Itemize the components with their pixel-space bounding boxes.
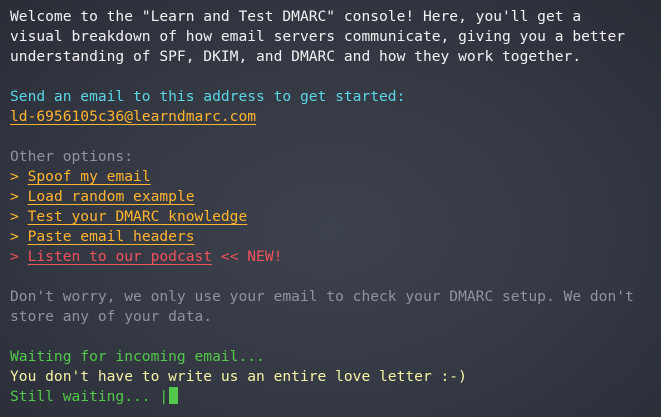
option-marker: > <box>10 228 19 245</box>
email-address-line: ld-6956105c36@learndmarc.com <box>10 107 655 127</box>
option-marker: > <box>10 208 19 225</box>
option-load-random-example: > Load random example <box>10 187 655 207</box>
options-heading: Other options: <box>10 148 134 165</box>
console-output: Welcome to the "Learn and Test DMARC" co… <box>10 7 655 407</box>
intro-line-1: Welcome to the "Learn and Test DMARC" co… <box>10 8 582 25</box>
start-prompt: Send an email to this address to get sta… <box>10 88 406 105</box>
intro-line-2: visual breakdown of how email servers co… <box>10 28 626 45</box>
love-letter-message: You don't have to write us an entire lov… <box>10 368 467 385</box>
terminal-cursor <box>169 387 179 404</box>
option-spoof-email: > Spoof my email <box>10 167 655 187</box>
option-marker: > <box>10 248 19 265</box>
paste-email-headers-link[interactable]: Paste email headers <box>28 228 195 245</box>
option-listen-podcast: > Listen to our podcast << NEW! <box>10 247 655 267</box>
option-marker: > <box>10 188 19 205</box>
waiting-status: Waiting for incoming email... <box>10 348 265 365</box>
test-dmarc-knowledge-link[interactable]: Test your DMARC knowledge <box>28 208 248 225</box>
option-marker: > <box>10 168 19 185</box>
new-badge: << NEW! <box>220 248 283 265</box>
email-address-link[interactable]: ld-6956105c36@learndmarc.com <box>10 108 256 125</box>
option-test-dmarc-knowledge: > Test your DMARC knowledge <box>10 207 655 227</box>
still-waiting-line: Still waiting... | <box>10 387 655 407</box>
still-waiting-status: Still waiting... | <box>10 388 169 405</box>
load-random-example-link[interactable]: Load random example <box>28 188 195 205</box>
privacy-line-2: store any of your data. <box>10 308 213 325</box>
listen-to-podcast-link[interactable]: Listen to our podcast <box>28 248 213 265</box>
option-paste-email-headers: > Paste email headers <box>10 227 655 247</box>
spoof-my-email-link[interactable]: Spoof my email <box>28 168 151 185</box>
privacy-line-1: Don't worry, we only use your email to c… <box>10 288 634 305</box>
intro-line-3: understanding of SPF, DKIM, and DMARC an… <box>10 48 582 65</box>
